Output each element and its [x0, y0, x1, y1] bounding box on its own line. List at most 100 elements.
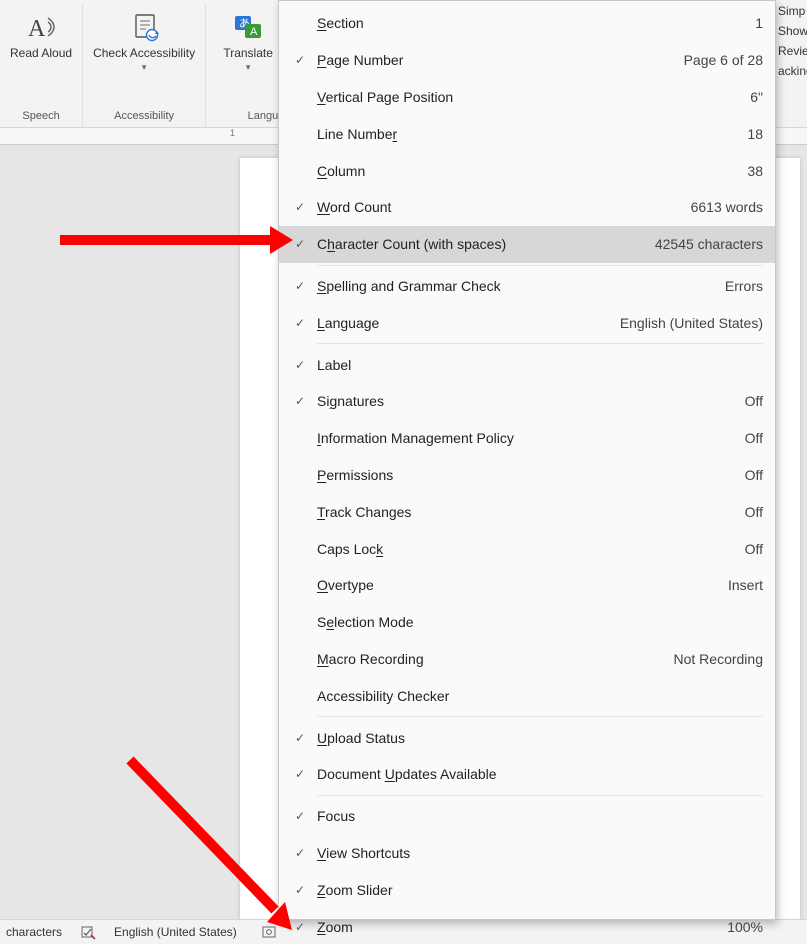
check-icon: ✓ [289, 767, 311, 781]
menu-separator [317, 343, 763, 344]
menu-item-label: Upload Status [311, 730, 763, 746]
menu-item[interactable]: Information Management PolicyOff [279, 420, 775, 457]
check-accessibility-label: Check Accessibility [93, 46, 195, 60]
status-bar-context-menu: Section1✓Page NumberPage 6 of 28Vertical… [278, 0, 776, 920]
menu-item[interactable]: ✓Character Count (with spaces)42545 char… [279, 226, 775, 263]
menu-item[interactable]: Caps LockOff [279, 530, 775, 567]
menu-item[interactable]: ✓Focus [279, 798, 775, 835]
menu-item[interactable]: ✓Zoom Slider [279, 871, 775, 908]
menu-item[interactable]: Selection Mode [279, 604, 775, 641]
chevron-down-icon: ▾ [142, 62, 147, 73]
menu-item-label: Macro Recording [311, 651, 674, 667]
group-label-accessibility: Accessibility [114, 108, 174, 125]
menu-item[interactable]: Vertical Page Position6" [279, 79, 775, 116]
menu-item-value: Off [745, 393, 763, 409]
read-aloud-icon: A [24, 10, 58, 44]
translate-label: Translate [223, 46, 273, 60]
menu-item-label: Zoom [311, 919, 727, 935]
menu-item-value: Off [745, 504, 763, 520]
menu-separator [317, 716, 763, 717]
menu-item-label: View Shortcuts [311, 845, 763, 861]
menu-item-label: Language [311, 315, 620, 331]
menu-item-label: Document Updates Available [311, 766, 763, 782]
menu-item-value: Errors [725, 278, 763, 294]
check-icon: ✓ [289, 809, 311, 823]
menu-item[interactable]: ✓Word Count6613 words [279, 189, 775, 226]
menu-item[interactable]: ✓Document Updates Available [279, 756, 775, 793]
menu-item[interactable]: ✓Upload Status [279, 719, 775, 756]
chevron-down-icon: ▾ [246, 62, 251, 73]
menu-item-label: Page Number [311, 52, 684, 68]
menu-item[interactable]: Track ChangesOff [279, 493, 775, 530]
menu-item-value: 6613 words [691, 199, 763, 215]
read-aloud-label: Read Aloud [10, 46, 72, 60]
svg-text:A: A [250, 26, 258, 38]
menu-item[interactable]: ✓Label [279, 346, 775, 383]
menu-item[interactable]: Accessibility Checker [279, 677, 775, 714]
menu-item-label: Vertical Page Position [311, 89, 750, 105]
menu-item[interactable]: ✓LanguageEnglish (United States) [279, 304, 775, 341]
menu-item[interactable]: OvertypeInsert [279, 567, 775, 604]
menu-item-label: Information Management Policy [311, 430, 745, 446]
check-icon: ✓ [289, 279, 311, 293]
menu-item-label: Caps Lock [311, 541, 745, 557]
check-icon: ✓ [289, 316, 311, 330]
menu-item-label: Permissions [311, 467, 745, 483]
check-icon: ✓ [289, 731, 311, 745]
menu-item[interactable]: ✓SignaturesOff [279, 383, 775, 420]
menu-item[interactable]: ✓Zoom100% [279, 908, 775, 944]
menu-item[interactable]: Line Number18 [279, 115, 775, 152]
spellcheck-status-icon[interactable] [80, 924, 96, 940]
menu-separator [317, 265, 763, 266]
menu-item-value: Page 6 of 28 [684, 52, 763, 68]
menu-item[interactable]: Section1 [279, 5, 775, 42]
menu-item-label: Column [311, 163, 747, 179]
menu-item-label: Word Count [311, 199, 691, 215]
menu-item-value: 18 [747, 126, 763, 142]
menu-item-value: Off [745, 541, 763, 557]
menu-item[interactable]: Macro RecordingNot Recording [279, 641, 775, 678]
menu-item[interactable]: ✓View Shortcuts [279, 835, 775, 872]
translate-button[interactable]: あA Translate ▾ [219, 6, 277, 75]
check-icon: ✓ [289, 920, 311, 934]
check-icon: ✓ [289, 200, 311, 214]
menu-item-value: 1 [755, 15, 763, 31]
check-icon: ✓ [289, 237, 311, 251]
menu-separator [317, 795, 763, 796]
menu-item-value: Off [745, 430, 763, 446]
menu-item[interactable]: ✓Page NumberPage 6 of 28 [279, 42, 775, 79]
menu-item-label: Character Count (with spaces) [311, 236, 655, 252]
menu-item[interactable]: ✓Spelling and Grammar CheckErrors [279, 268, 775, 305]
menu-item-value: English (United States) [620, 315, 763, 331]
check-icon: ✓ [289, 53, 311, 67]
menu-item-label: Spelling and Grammar Check [311, 278, 725, 294]
menu-item-label: Zoom Slider [311, 882, 763, 898]
status-language[interactable]: English (United States) [114, 925, 237, 939]
menu-item-value: 42545 characters [655, 236, 763, 252]
check-accessibility-button[interactable]: Check Accessibility ▾ [89, 6, 199, 75]
menu-item-label: Track Changes [311, 504, 745, 520]
menu-item-label: Line Number [311, 126, 747, 142]
menu-item-label: Selection Mode [311, 614, 763, 630]
check-icon: ✓ [289, 358, 311, 372]
menu-item-value: Off [745, 467, 763, 483]
menu-item-label: Accessibility Checker [311, 688, 763, 704]
accessibility-icon [127, 10, 161, 44]
menu-item-label: Focus [311, 808, 763, 824]
right-partial-labels: Simp Show Revie acking [778, 0, 807, 78]
check-icon: ✓ [289, 883, 311, 897]
menu-item-value: 6" [750, 89, 763, 105]
menu-item-value: Not Recording [674, 651, 764, 667]
svg-text:A: A [28, 16, 46, 42]
menu-item[interactable]: PermissionsOff [279, 457, 775, 494]
group-label-speech: Speech [22, 108, 59, 125]
status-characters[interactable]: characters [6, 925, 62, 939]
read-aloud-button[interactable]: A Read Aloud [6, 6, 76, 62]
macro-status-icon[interactable] [261, 924, 277, 940]
translate-icon: あA [231, 10, 265, 44]
menu-item-value: Insert [728, 577, 763, 593]
menu-item-value: 38 [747, 163, 763, 179]
menu-item-label: Overtype [311, 577, 728, 593]
menu-item-label: Section [311, 15, 755, 31]
menu-item[interactable]: Column38 [279, 152, 775, 189]
